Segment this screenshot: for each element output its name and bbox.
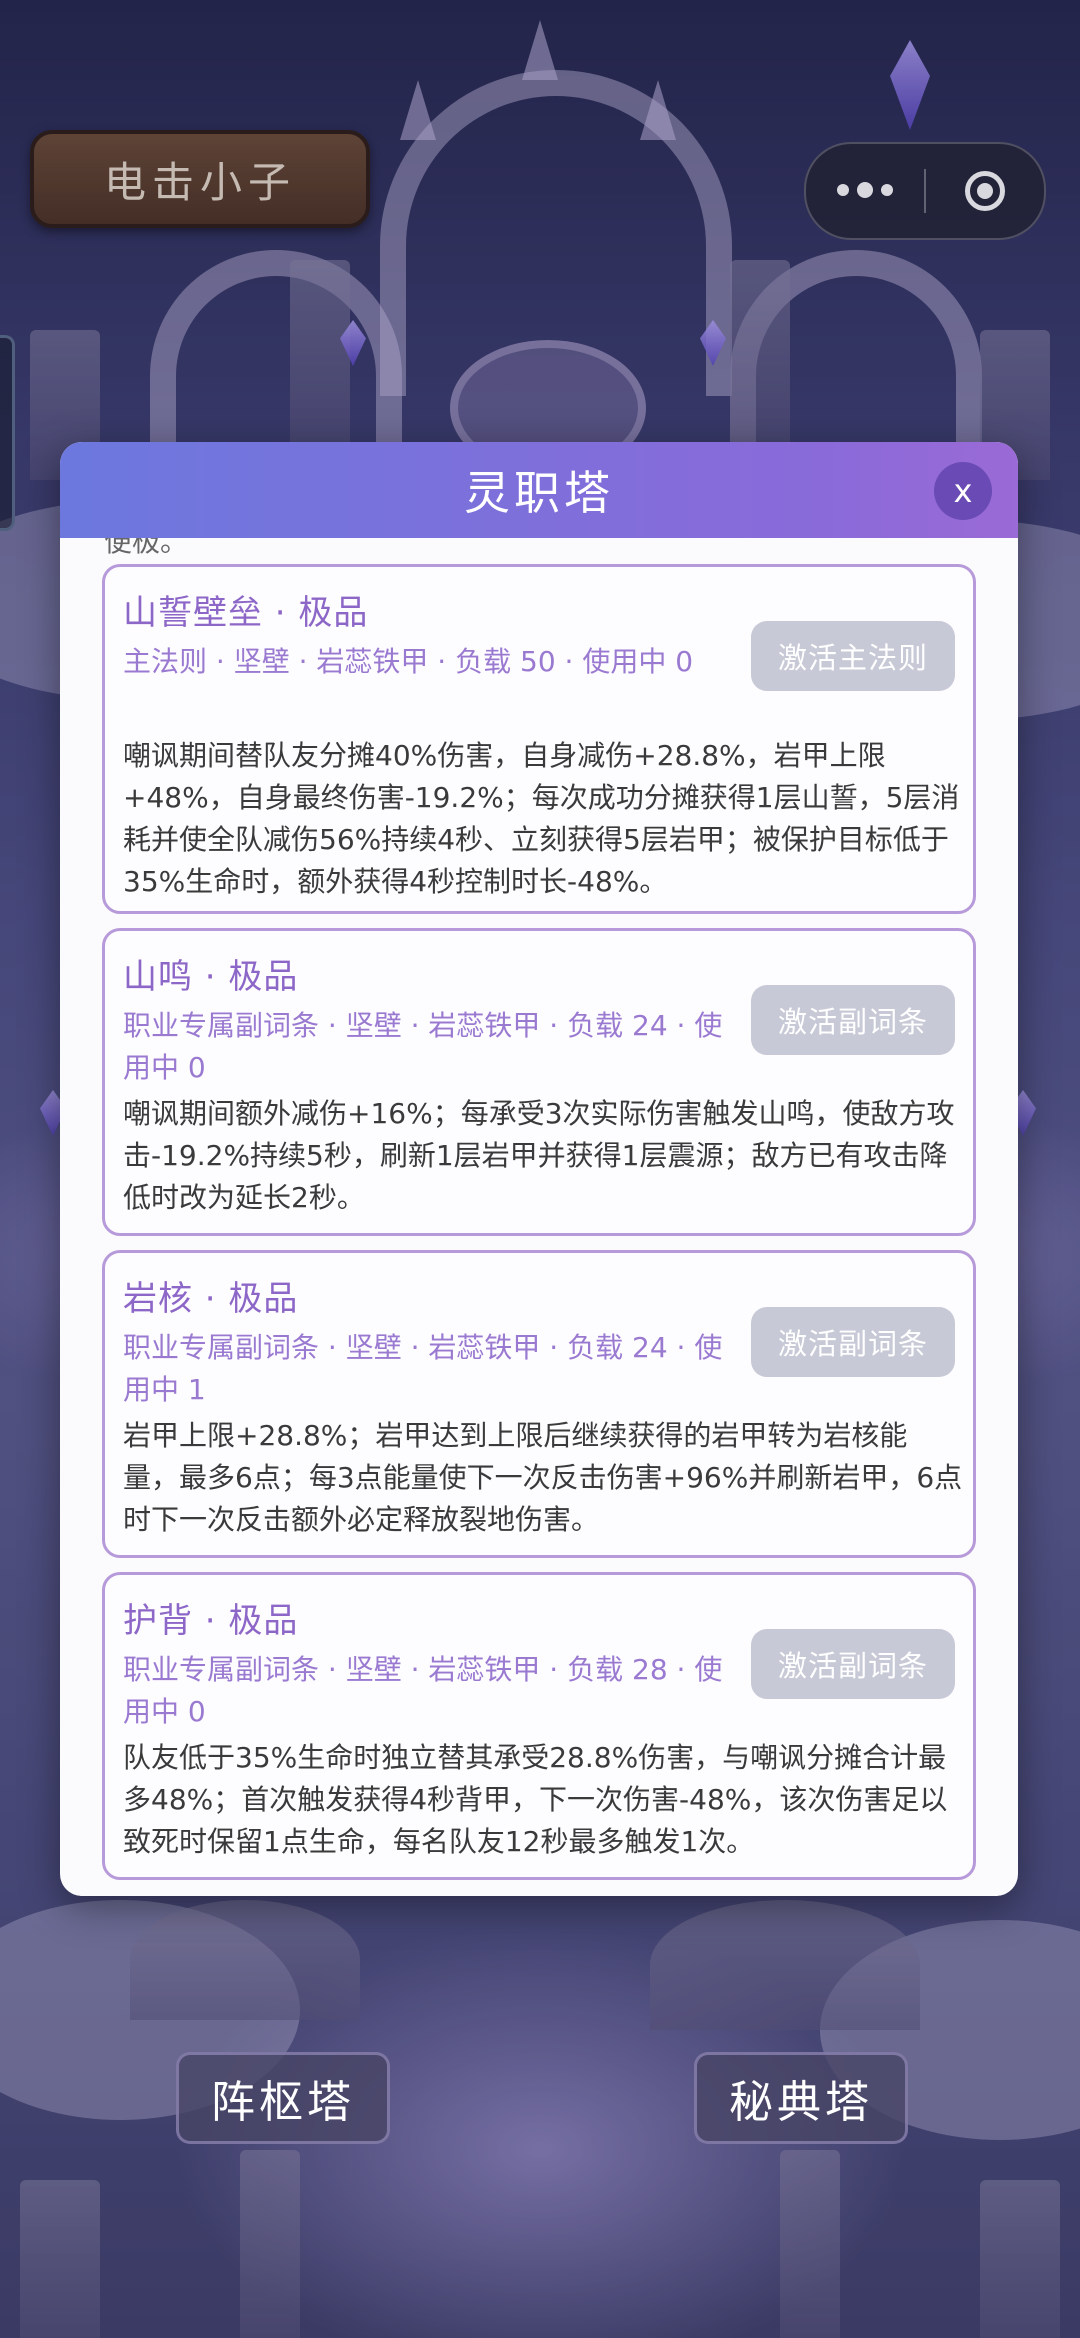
spirit-tower-modal: 灵职塔 x 便极。 山誓壁垒 · 极品 主法则 · 坚壁 · 岩蕊铁甲 · 负载… <box>60 442 1018 1896</box>
array-tower-label: 阵枢塔 <box>211 2077 355 2128</box>
rule-card-title: 岩核 · 极品 <box>123 1279 299 1319</box>
rule-card: 山鸣 · 极品 职业专属副词条 · 坚壁 · 岩蕊铁甲 · 负载 24 · 使用… <box>102 928 976 1236</box>
rule-card-meta: 职业专属副词条 · 坚壁 · 岩蕊铁甲 · 负载 24 · 使用中 0 <box>123 1009 723 1084</box>
activate-sub-entry-button[interactable]: 激活副词条 <box>751 1629 955 1699</box>
modal-title: 灵职塔 <box>464 466 614 520</box>
rule-card-meta: 职业专属副词条 · 坚壁 · 岩蕊铁甲 · 负载 24 · 使用中 1 <box>123 1331 723 1406</box>
rule-card-description: 队友低于35%生命时独立替其承受28.8%伤害，与嘲讽分摊合计最多48%；首次触… <box>123 1741 948 1858</box>
array-tower-button[interactable]: 阵枢塔 <box>176 2052 390 2144</box>
rule-card-description: 嘲讽期间替队友分摊40%伤害，自身减伤+28.8%，岩甲上限+48%，自身最终伤… <box>123 739 960 898</box>
close-button[interactable]: x <box>934 462 992 520</box>
activate-sub-entry-button[interactable]: 激活副词条 <box>751 1307 955 1377</box>
rule-card-description: 嘲讽期间额外减伤+16%；每承受3次实际伤害触发山鸣，使敌方攻击-19.2%持续… <box>123 1097 955 1214</box>
rule-card-meta: 主法则 · 坚壁 · 岩蕊铁甲 · 负载 50 · 使用中 0 <box>123 645 694 678</box>
rule-card: 山誓壁垒 · 极品 主法则 · 坚壁 · 岩蕊铁甲 · 负载 50 · 使用中 … <box>102 564 976 914</box>
modal-header: 灵职塔 x <box>60 442 1018 538</box>
rule-card-title: 山鸣 · 极品 <box>123 957 299 997</box>
rule-card-title: 山誓壁垒 · 极品 <box>123 593 369 633</box>
activate-sub-entry-button[interactable]: 激活副词条 <box>751 985 955 1055</box>
codex-tower-button[interactable]: 秘典塔 <box>694 2052 908 2144</box>
rule-card-description: 岩甲上限+28.8%；岩甲达到上限后继续获得的岩甲转为岩核能量，最多6点；每3点… <box>123 1419 963 1536</box>
close-icon: x <box>953 472 973 510</box>
rule-list[interactable]: 便极。 山誓壁垒 · 极品 主法则 · 坚壁 · 岩蕊铁甲 · 负载 50 · … <box>80 538 998 1896</box>
rule-card: 护背 · 极品 职业专属副词条 · 坚壁 · 岩蕊铁甲 · 负载 28 · 使用… <box>102 1572 976 1880</box>
codex-tower-label: 秘典塔 <box>729 2077 873 2128</box>
rule-card-meta: 职业专属副词条 · 坚壁 · 岩蕊铁甲 · 负载 28 · 使用中 0 <box>123 1653 723 1728</box>
cut-off-text: 便极。 <box>104 538 189 558</box>
rule-card: 岩核 · 极品 职业专属副词条 · 坚壁 · 岩蕊铁甲 · 负载 24 · 使用… <box>102 1250 976 1558</box>
activate-main-rule-button[interactable]: 激活主法则 <box>751 621 955 691</box>
rule-card-title: 护背 · 极品 <box>123 1601 299 1641</box>
